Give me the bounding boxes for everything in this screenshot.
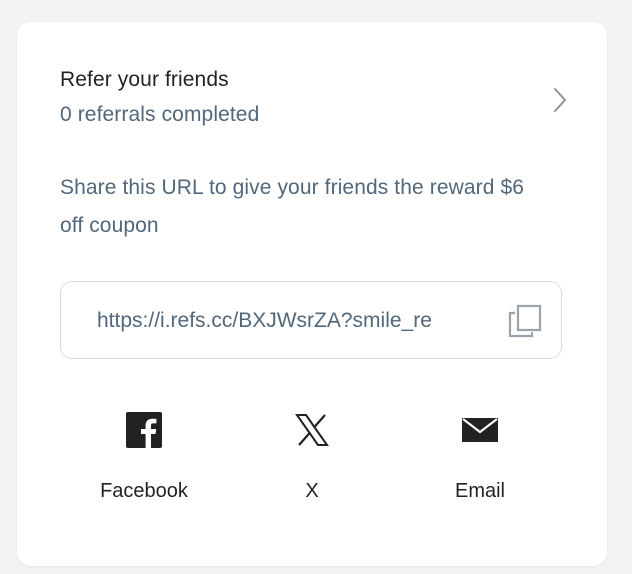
share-email-button[interactable]: Email — [420, 407, 540, 517]
email-icon — [462, 418, 498, 442]
chevron-right-icon — [554, 88, 566, 112]
x-icon — [295, 414, 329, 446]
facebook-label: Facebook — [100, 480, 188, 502]
referral-url-field — [60, 281, 562, 359]
referrals-completed-text: 0 referrals completed — [60, 103, 260, 126]
copy-icon[interactable] — [507, 303, 543, 339]
x-label: X — [305, 480, 319, 502]
referral-card: Refer your friends 0 referrals completed… — [17, 22, 607, 566]
share-facebook-button[interactable]: Facebook — [84, 407, 204, 517]
share-options: Facebook X Email — [60, 407, 564, 517]
page: Refer your friends 0 referrals completed… — [0, 0, 632, 574]
email-label: Email — [454, 480, 505, 502]
referral-url-input[interactable] — [97, 302, 489, 340]
facebook-icon — [126, 412, 162, 448]
refer-friends-title: Refer your friends — [60, 68, 229, 91]
share-description: Share this URL to give your friends the … — [60, 176, 525, 237]
share-x-button[interactable]: X — [252, 407, 372, 517]
refer-friends-row[interactable]: Refer your friends 0 referrals completed — [60, 66, 570, 136]
